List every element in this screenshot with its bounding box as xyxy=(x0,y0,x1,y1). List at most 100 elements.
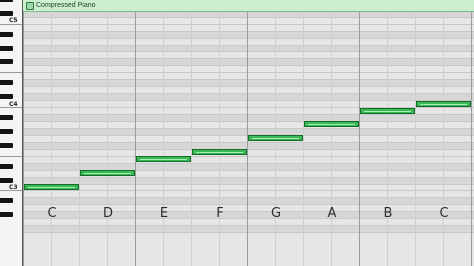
black-key[interactable] xyxy=(0,31,13,37)
bar-line xyxy=(359,12,360,266)
black-key[interactable] xyxy=(0,177,13,183)
piano-roll-editor: C5 C4 C3 Compressed Piano C D E F G A B C xyxy=(0,0,474,266)
black-key[interactable] xyxy=(0,163,13,169)
region-icon[interactable] xyxy=(26,2,34,10)
black-key[interactable] xyxy=(0,212,13,218)
note-name-label: G xyxy=(270,206,282,221)
black-key[interactable] xyxy=(0,80,13,86)
note-name-label: D xyxy=(102,206,113,221)
midi-note[interactable] xyxy=(248,135,303,142)
grid-row-line xyxy=(23,183,474,185)
black-key[interactable] xyxy=(0,94,13,100)
note-highlight xyxy=(84,173,131,175)
beat-line xyxy=(191,12,192,266)
grid-row-shade xyxy=(23,93,474,101)
grid-row-line xyxy=(23,148,474,150)
note-name-label: C xyxy=(47,206,57,221)
midi-note[interactable] xyxy=(136,156,191,163)
note-name-label: C xyxy=(439,206,449,221)
beat-line xyxy=(219,12,220,266)
beat-line xyxy=(163,12,164,266)
grid-row-line xyxy=(23,58,474,60)
midi-note[interactable] xyxy=(80,170,135,177)
grid-row-line xyxy=(23,155,474,157)
grid-row-line xyxy=(23,127,474,129)
grid-row-line xyxy=(23,65,474,67)
beat-line xyxy=(107,12,108,266)
grid-row-shade xyxy=(23,114,474,121)
black-key[interactable] xyxy=(0,115,13,120)
key-divider xyxy=(0,72,22,74)
grid-row-shade xyxy=(23,79,474,87)
grid-row-line xyxy=(23,197,474,199)
beat-line xyxy=(303,12,304,266)
grid-row-line xyxy=(23,51,474,53)
midi-note[interactable] xyxy=(192,149,247,156)
grid-row-line xyxy=(23,72,474,74)
grid-row-line xyxy=(23,120,474,122)
bar-line xyxy=(471,12,472,266)
grid-row-shade xyxy=(23,58,474,66)
grid-row-shade xyxy=(23,225,474,233)
grid-row-line xyxy=(23,190,474,192)
grid-row-line xyxy=(23,86,474,88)
black-key[interactable] xyxy=(0,0,13,2)
beat-line xyxy=(51,12,52,266)
note-name-label: B xyxy=(383,206,393,221)
grid-row-line xyxy=(23,79,474,81)
black-key[interactable] xyxy=(0,45,13,51)
grid-row-line xyxy=(23,176,474,178)
grid-row-line xyxy=(23,141,474,143)
grid-row-line xyxy=(23,23,474,25)
midi-note[interactable] xyxy=(416,100,471,107)
black-key[interactable] xyxy=(0,142,13,148)
grid-row-line xyxy=(23,16,474,18)
note-highlight xyxy=(28,187,75,188)
grid-row-line xyxy=(23,114,474,116)
beat-line xyxy=(443,12,444,266)
octave-label: C5 xyxy=(9,17,18,25)
grid-row-shade xyxy=(23,162,474,170)
grid-row-line xyxy=(23,30,474,32)
note-grid[interactable]: CDEFGABC xyxy=(23,12,474,266)
grid-row-line xyxy=(23,232,474,234)
beat-line xyxy=(331,12,332,266)
grid-row-line xyxy=(23,100,474,102)
grid-row-shade xyxy=(23,176,474,184)
midi-note[interactable] xyxy=(360,107,415,114)
region-header[interactable]: Compressed Piano xyxy=(23,0,474,12)
black-key[interactable] xyxy=(0,128,13,134)
grid-row-line xyxy=(23,225,474,227)
bar-line xyxy=(23,12,24,266)
note-highlight xyxy=(308,124,355,126)
beat-line xyxy=(79,12,80,266)
note-highlight xyxy=(196,152,243,154)
beat-line xyxy=(387,12,388,266)
octave-label: C4 xyxy=(9,100,18,108)
grid-row-line xyxy=(23,44,474,46)
bar-line xyxy=(135,12,136,266)
octave-label: C3 xyxy=(9,184,18,191)
piano-keyboard[interactable]: C5 C4 C3 xyxy=(0,0,23,266)
black-key[interactable] xyxy=(0,198,13,204)
midi-note[interactable] xyxy=(24,184,79,190)
note-highlight xyxy=(252,138,299,140)
note-highlight xyxy=(140,159,187,161)
grid-row-shade xyxy=(23,127,474,135)
grid-row-shade xyxy=(23,197,474,205)
region-title: Compressed Piano xyxy=(36,2,96,9)
grid-row-line xyxy=(23,204,474,206)
grid-row-line xyxy=(23,37,474,39)
key-divider xyxy=(0,155,22,157)
note-name-label: E xyxy=(159,206,169,221)
note-highlight xyxy=(420,103,467,105)
black-key[interactable] xyxy=(0,10,13,16)
note-highlight xyxy=(364,110,411,112)
grid-row-shade xyxy=(23,44,474,52)
grid-row-shade xyxy=(23,141,474,149)
beat-line xyxy=(415,12,416,266)
note-name-label: F xyxy=(216,206,224,221)
note-name-label: A xyxy=(327,206,337,221)
black-key[interactable] xyxy=(0,59,13,65)
midi-note[interactable] xyxy=(304,121,359,128)
